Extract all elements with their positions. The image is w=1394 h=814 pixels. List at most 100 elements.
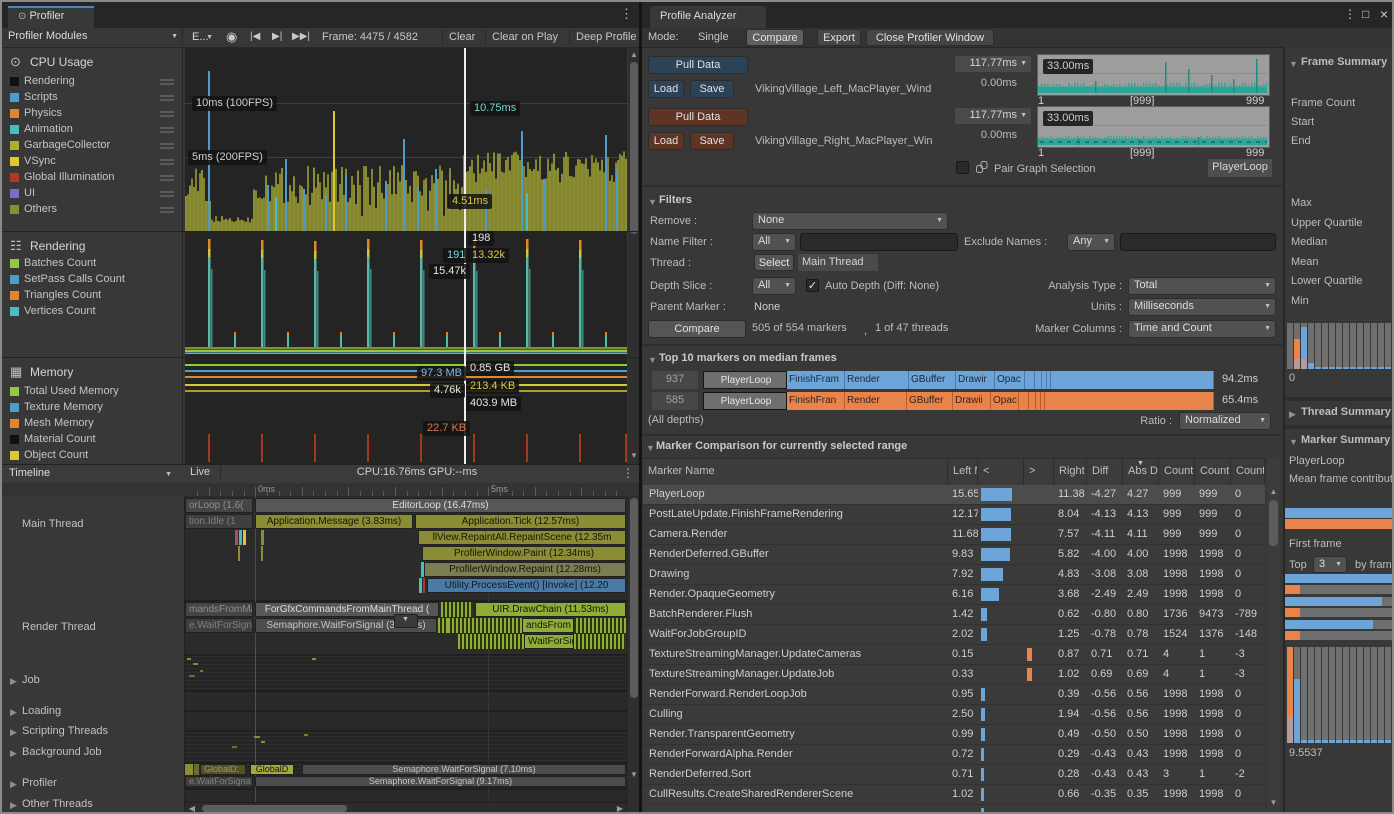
legend-item-total-used-memory[interactable]: Total Used Memory xyxy=(2,384,182,400)
auto-depth-checkbox[interactable]: ✓ xyxy=(806,279,819,292)
top10-segment[interactable]: Opac xyxy=(991,392,1019,410)
top10-segment[interactable]: Drawii xyxy=(953,392,991,410)
column-header-10[interactable]: Count Delta xyxy=(1231,459,1265,485)
maximize-icon[interactable]: □ xyxy=(1362,7,1369,21)
legend-item-garbagecollector[interactable]: GarbageCollector xyxy=(2,138,182,154)
thread-lane[interactable] xyxy=(185,692,627,710)
timeline-view-dropdown[interactable]: Timeline▼ xyxy=(2,464,183,482)
drag-handle-icon[interactable] xyxy=(160,159,174,161)
drag-handle-icon[interactable] xyxy=(160,79,174,81)
compare-button[interactable]: Compare xyxy=(648,320,746,338)
drag-handle-icon[interactable] xyxy=(160,207,174,209)
timeline-marker-bar[interactable]: EditorLoop (16.47ms) xyxy=(255,498,626,513)
exclude-mode-dropdown[interactable]: Any▼ xyxy=(1067,233,1115,251)
name-filter-input[interactable] xyxy=(800,233,958,251)
scroll-down-icon[interactable]: ▼ xyxy=(1267,797,1280,809)
top10-segment[interactable]: GBuffer xyxy=(907,392,953,410)
kebab-menu-icon[interactable]: ⋮ xyxy=(622,466,634,480)
timeline-marker-bar[interactable]: llView.RepaintAll.RepaintScene (12.35m xyxy=(418,530,626,545)
last-frame-button[interactable]: ▶▶| xyxy=(292,28,310,46)
cpu-usage-chart[interactable] xyxy=(185,48,627,231)
memory-stats-chart[interactable] xyxy=(185,358,627,464)
drag-handle-icon[interactable] xyxy=(160,127,174,129)
drag-handle-icon[interactable] xyxy=(160,111,174,113)
thread-label-main-thread[interactable]: Main Thread xyxy=(22,518,84,530)
clear-on-play-button[interactable]: Clear on Play xyxy=(492,28,558,46)
thread-summary-foldout-icon[interactable]: ▶ xyxy=(1289,409,1296,419)
thread-label-loading[interactable]: Loading xyxy=(22,705,61,717)
timeline-marker-bar[interactable]: GlobalD: xyxy=(200,764,246,775)
live-button[interactable]: Live xyxy=(190,466,210,478)
top10-segment[interactable] xyxy=(1019,392,1029,410)
scroll-down-icon[interactable]: ▼ xyxy=(628,769,639,781)
table-row[interactable]: Render.OpaqueGeometry6.163.68-2.492.4919… xyxy=(643,585,1265,605)
timeline-ruler[interactable] xyxy=(2,483,639,497)
load-left-button[interactable]: Load xyxy=(648,80,684,98)
timeline-marker-bar[interactable]: Utility.ProcessEvent() [Invoke] (12.20 xyxy=(427,578,626,593)
collapse-depth-button[interactable]: ▼ xyxy=(394,614,418,628)
timeline-marker-bar[interactable]: orLoop (1.6( xyxy=(185,498,253,513)
legend-item-physics[interactable]: Physics xyxy=(2,106,182,122)
top10-foldout-icon[interactable]: ▼ xyxy=(648,355,657,365)
thread-foldout-icon[interactable]: ▶ xyxy=(10,748,17,759)
drag-handle-icon[interactable] xyxy=(160,191,174,193)
axis-max-dropdown-left[interactable]: 117.77ms▼ xyxy=(955,56,1031,72)
next-frame-button[interactable]: ▶| xyxy=(272,28,282,46)
top10-segment[interactable] xyxy=(1051,371,1214,389)
kebab-menu-icon[interactable]: ⋮ xyxy=(620,6,633,22)
timeline-marker-bar[interactable]: ProfilerWindow.Paint (12.34ms) xyxy=(422,546,626,561)
thread-lane[interactable] xyxy=(185,790,627,802)
timeline-sliver-cluster[interactable] xyxy=(438,618,448,633)
table-row[interactable]: BatchRenderer.Flush1.420.62-0.800.801736… xyxy=(643,605,1265,625)
legend-item-batches-count[interactable]: Batches Count xyxy=(2,256,182,272)
legend-item-triangles-count[interactable]: Triangles Count xyxy=(2,288,182,304)
top10-segment[interactable] xyxy=(1035,371,1042,389)
column-header-6[interactable]: Diff xyxy=(1087,459,1123,485)
close-icon[interactable]: × xyxy=(1380,6,1388,22)
scroll-thumb[interactable] xyxy=(630,62,638,234)
table-row[interactable]: Camera.Render11.687.57-4.114.119999990 xyxy=(643,525,1265,545)
single-mode-button[interactable]: Single xyxy=(698,28,729,46)
timeline-sliver-cluster[interactable] xyxy=(441,602,473,617)
editor-target-dropdown[interactable]: E...▼ xyxy=(186,29,218,45)
record-icon[interactable]: ◉ xyxy=(226,28,237,46)
timeline-marker-bar[interactable]: Semaphore.WaitForSignal (9.17ms) xyxy=(255,776,626,787)
frame-summary-foldout-icon[interactable]: ▼ xyxy=(1289,59,1298,69)
timeline-marker-bar[interactable]: UIR.DrawChain (11.53ms) xyxy=(475,602,626,617)
profiler-modules-dropdown[interactable]: Profiler Modules▼ xyxy=(2,28,183,46)
frame-time-graph-right[interactable]: 33.00ms xyxy=(1037,106,1270,148)
table-row[interactable]: CullResults.CreateSharedRendererScene1.0… xyxy=(643,785,1265,805)
thread-foldout-icon[interactable]: ▶ xyxy=(10,707,17,718)
graph-selection-marker[interactable]: PlayerLoop xyxy=(1208,159,1272,177)
table-row[interactable]: Drawing7.924.83-3.083.08199819980 xyxy=(643,565,1265,585)
table-row[interactable]: TextureStreamingManager.UpdateJob0.331.0… xyxy=(643,665,1265,685)
median-frame-index[interactable]: 585 xyxy=(652,392,698,410)
scroll-thumb[interactable] xyxy=(630,498,638,698)
top10-segment[interactable]: FinishFran xyxy=(787,392,845,410)
median-frame-index[interactable]: 937 xyxy=(652,371,698,389)
table-row[interactable]: RenderForwardAlpha.Render0.720.29-0.430.… xyxy=(643,745,1265,765)
depth-slice-dropdown[interactable]: All▼ xyxy=(752,277,796,295)
column-header-5[interactable]: Right Median xyxy=(1054,459,1087,485)
table-row[interactable]: WaitForJobGroupID2.021.25-0.780.78152413… xyxy=(643,625,1265,645)
column-header-4[interactable]: > xyxy=(1024,459,1054,485)
timeline-marker-bar[interactable]: tion.Idle (1 xyxy=(185,514,253,529)
remove-dropdown[interactable]: None▼ xyxy=(752,212,948,230)
legend-item-material-count[interactable]: Material Count xyxy=(2,432,182,448)
deep-profile-button[interactable]: Deep Profile xyxy=(576,28,637,46)
thread-lane[interactable] xyxy=(185,656,627,690)
save-right-button[interactable]: Save xyxy=(690,132,734,150)
scroll-up-icon[interactable]: ▲ xyxy=(1267,486,1280,498)
save-left-button[interactable]: Save xyxy=(690,80,734,98)
marker-summary-foldout-icon[interactable]: ▼ xyxy=(1289,437,1298,447)
legend-item-object-count[interactable]: Object Count xyxy=(2,448,182,464)
timeline-marker-bar[interactable]: GlobalD xyxy=(250,764,294,775)
marker-columns-dropdown[interactable]: Time and Count▼ xyxy=(1128,320,1276,338)
thread-foldout-icon[interactable]: ▶ xyxy=(10,800,17,811)
thread-label-render-thread[interactable]: Render Thread xyxy=(22,621,96,633)
load-right-button[interactable]: Load xyxy=(648,132,684,150)
exclude-names-input[interactable] xyxy=(1120,233,1276,251)
legend-item-rendering[interactable]: Rendering xyxy=(2,74,182,90)
table-row[interactable]: Culling2.501.94-0.560.56199819980 xyxy=(643,705,1265,725)
scroll-up-icon[interactable]: ▲ xyxy=(628,49,639,61)
